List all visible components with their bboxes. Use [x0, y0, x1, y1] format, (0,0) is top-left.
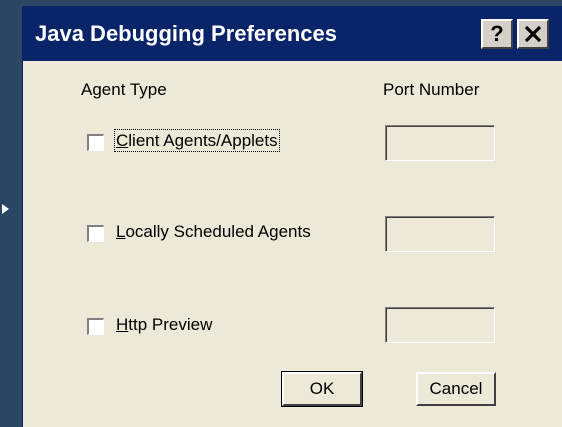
java-debugging-preferences-dialog: Java Debugging Preferences ? Agent Type … [22, 6, 562, 427]
help-button[interactable]: ? [481, 19, 513, 49]
client-agents-checkbox[interactable] [87, 134, 104, 151]
close-button[interactable] [517, 19, 549, 49]
help-icon: ? [490, 21, 504, 46]
locally-scheduled-port-input[interactable] [385, 216, 495, 252]
client-agents-label-text: Client Agents/Applets [114, 129, 280, 152]
title-bar[interactable]: Java Debugging Preferences ? [23, 7, 562, 61]
locally-scheduled-agents-label[interactable]: Locally Scheduled Agents [116, 222, 311, 242]
http-preview-port-input[interactable] [385, 307, 495, 343]
cancel-button[interactable]: Cancel [416, 372, 496, 406]
http-preview-checkbox[interactable] [87, 318, 104, 335]
port-number-header: Port Number [383, 80, 480, 99]
locally-scheduled-agents-checkbox[interactable] [87, 225, 104, 242]
http-preview-label[interactable]: Http Preview [116, 315, 212, 335]
client-agents-mnemonic: C [116, 131, 129, 150]
agent-type-header: Agent Type [81, 80, 167, 99]
http-preview-label-rest: ttp Preview [128, 315, 213, 334]
client-agents-port-input[interactable] [385, 125, 495, 161]
client-agents-label-rest: lient Agents/Applets [128, 131, 278, 150]
ok-button[interactable]: OK [281, 371, 363, 407]
dialog-title: Java Debugging Preferences [35, 21, 338, 46]
locally-scheduled-label-rest: ocally Scheduled Agents [125, 222, 311, 241]
close-icon [524, 25, 542, 43]
arrow-right-icon [2, 204, 9, 214]
client-agents-label[interactable]: Client Agents/Applets [114, 129, 280, 152]
http-preview-mnemonic: H [116, 315, 129, 334]
